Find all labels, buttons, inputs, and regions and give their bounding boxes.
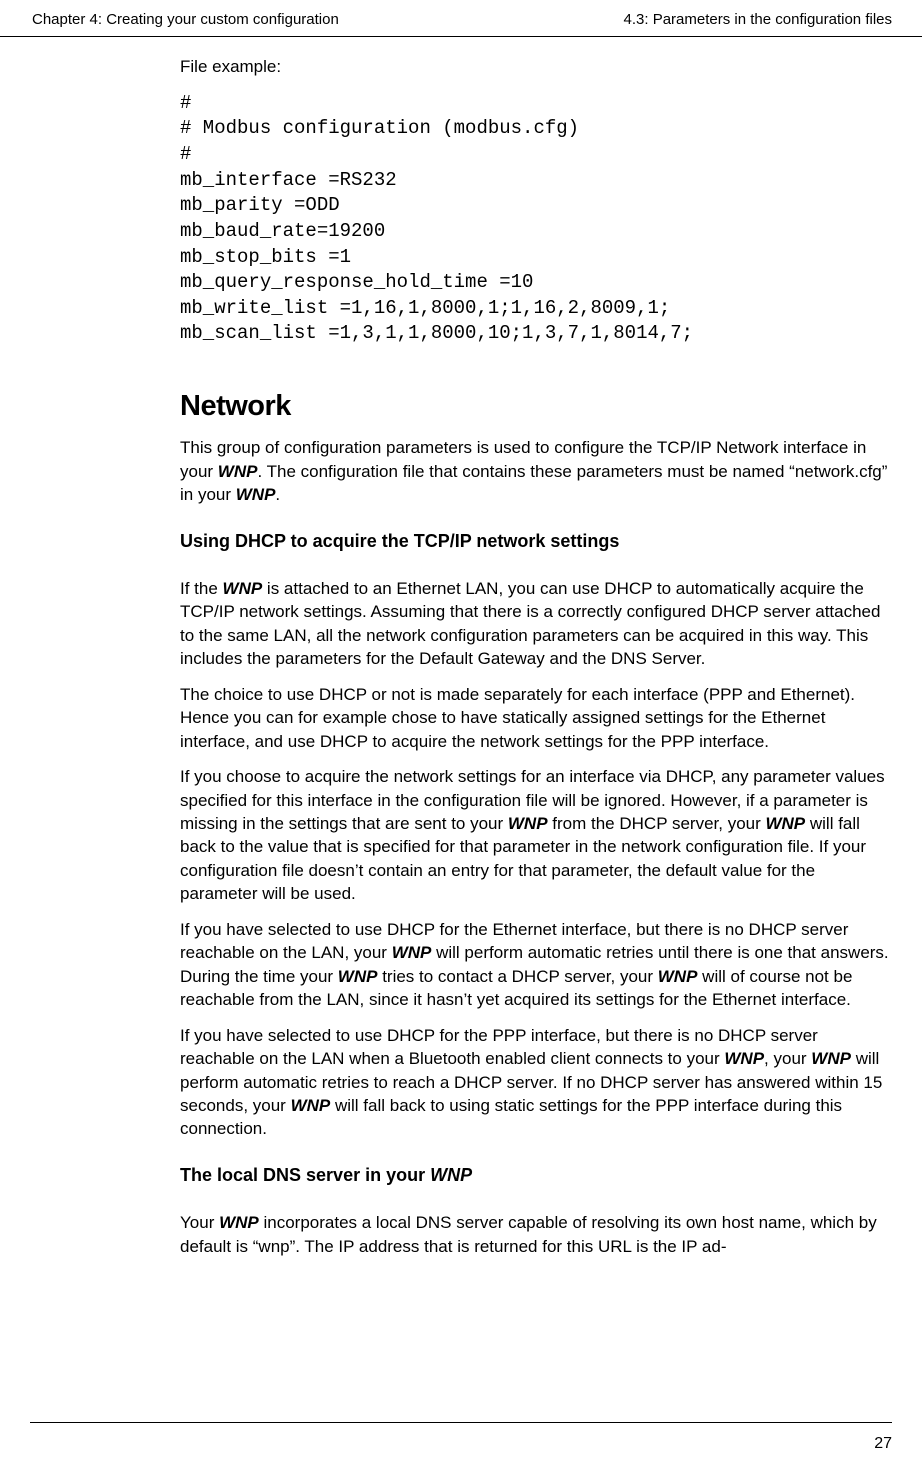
network-intro-paragraph: This group of configuration parameters i… — [180, 436, 892, 506]
code-example: # # Modbus configuration (modbus.cfg) # … — [180, 91, 892, 347]
dhcp-paragraph-5: If you have selected to use DHCP for the… — [180, 1024, 892, 1141]
page-header: Chapter 4: Creating your custom configur… — [0, 0, 922, 37]
subheading-dhcp: Using DHCP to acquire the TCP/IP network… — [180, 529, 892, 553]
page-footer: 27 — [30, 1422, 892, 1455]
header-right: 4.3: Parameters in the configuration fil… — [624, 10, 892, 30]
header-left: Chapter 4: Creating your custom configur… — [32, 10, 339, 30]
dhcp-paragraph-3: If you choose to acquire the network set… — [180, 765, 892, 906]
dhcp-paragraph-1: If the WNP is attached to an Ethernet LA… — [180, 577, 892, 671]
file-example-label: File example: — [180, 55, 892, 78]
dns-paragraph: Your WNP incorporates a local DNS server… — [180, 1211, 892, 1258]
dhcp-paragraph-4: If you have selected to use DHCP for the… — [180, 918, 892, 1012]
section-heading-network: Network — [180, 387, 892, 426]
page-content: File example: # # Modbus configuration (… — [0, 37, 922, 1258]
subheading-local-dns: The local DNS server in your WNP — [180, 1163, 892, 1187]
page-number: 27 — [874, 1435, 892, 1452]
dhcp-paragraph-2: The choice to use DHCP or not is made se… — [180, 683, 892, 753]
